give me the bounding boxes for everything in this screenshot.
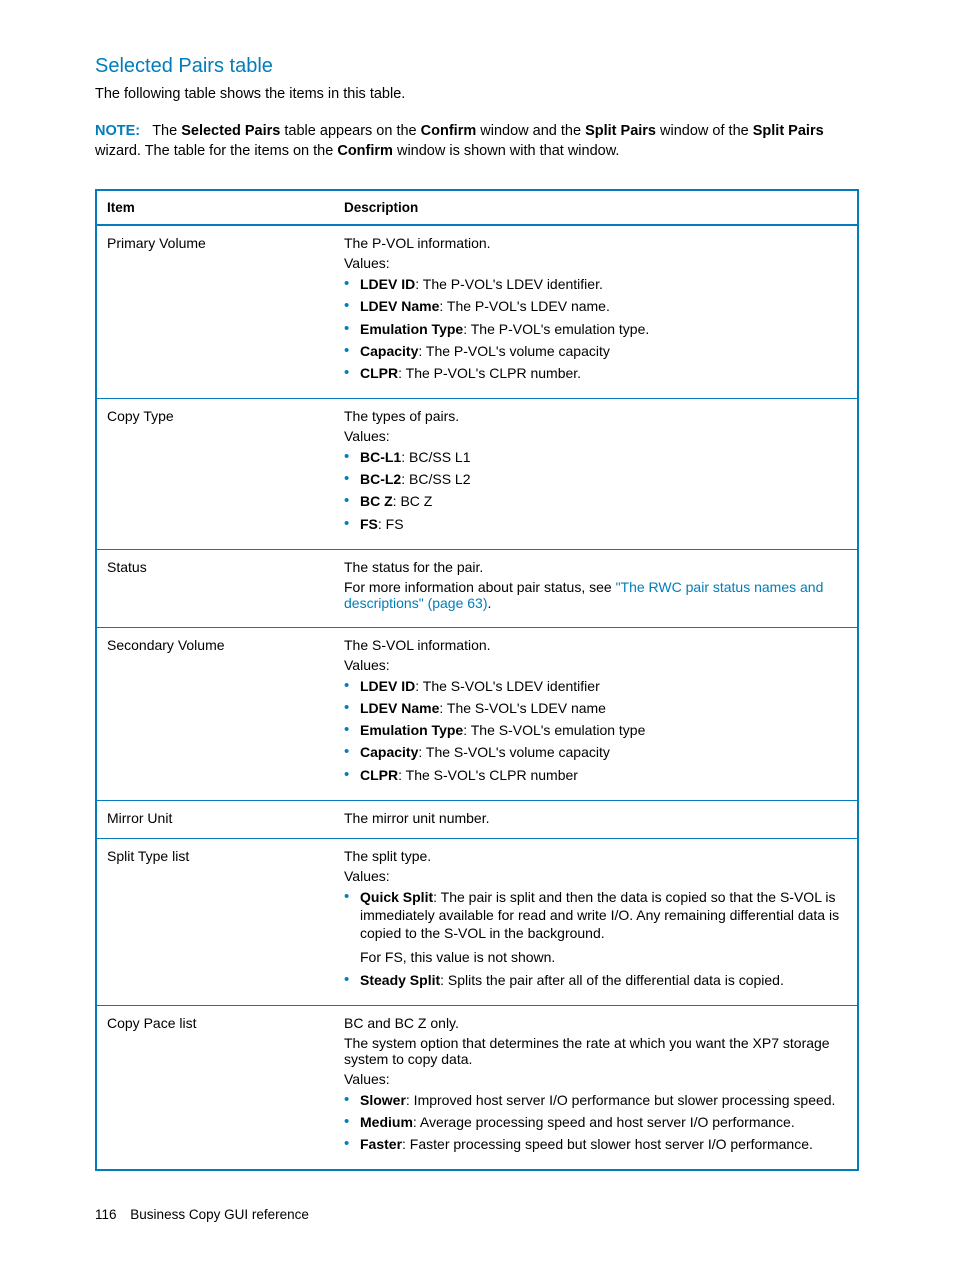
list-item: Steady Split: Splits the pair after all …	[344, 971, 847, 989]
bullet-list: LDEV ID: The S-VOL's LDEV identifier LDE…	[344, 677, 847, 784]
list-item: BC Z: BC Z	[344, 492, 847, 510]
desc-text: The P-VOL information.	[344, 235, 847, 251]
header-item: Item	[96, 190, 334, 225]
desc-text: The S-VOL information.	[344, 637, 847, 653]
page-footer: 116 Business Copy GUI reference	[95, 1207, 859, 1222]
desc-cell: The split type. Values: Quick Split: The…	[334, 838, 858, 1005]
list-item: LDEV ID: The P-VOL's LDEV identifier.	[344, 275, 847, 293]
desc-text: BC and BC Z only.	[344, 1015, 847, 1031]
list-item: Emulation Type: The P-VOL's emulation ty…	[344, 320, 847, 338]
note-text: The Selected Pairs table appears on the …	[95, 123, 824, 159]
desc-cell: The types of pairs. Values: BC-L1: BC/SS…	[334, 399, 858, 550]
list-item: Capacity: The S-VOL's volume capacity	[344, 743, 847, 761]
desc-text: For more information about pair status, …	[344, 579, 847, 611]
table-row: Status The status for the pair. For more…	[96, 549, 858, 627]
table-header-row: Item Description	[96, 190, 858, 225]
table-row: Copy Type The types of pairs. Values: BC…	[96, 399, 858, 550]
desc-cell: BC and BC Z only. The system option that…	[334, 1005, 858, 1170]
list-item: LDEV Name: The S-VOL's LDEV name	[344, 699, 847, 717]
item-cell: Copy Type	[96, 399, 334, 550]
desc-cell: The mirror unit number.	[334, 800, 858, 838]
table-row: Copy Pace list BC and BC Z only. The sys…	[96, 1005, 858, 1170]
item-cell: Mirror Unit	[96, 800, 334, 838]
bullet-list: LDEV ID: The P-VOL's LDEV identifier. LD…	[344, 275, 847, 382]
list-item: CLPR: The P-VOL's CLPR number.	[344, 364, 847, 382]
item-cell: Primary Volume	[96, 225, 334, 398]
item-cell: Copy Pace list	[96, 1005, 334, 1170]
list-item: Faster: Faster processing speed but slow…	[344, 1135, 847, 1153]
list-item: LDEV ID: The S-VOL's LDEV identifier	[344, 677, 847, 695]
desc-cell: The S-VOL information. Values: LDEV ID: …	[334, 627, 858, 800]
list-item: Medium: Average processing speed and hos…	[344, 1113, 847, 1131]
list-item: Capacity: The P-VOL's volume capacity	[344, 342, 847, 360]
desc-text: The mirror unit number.	[344, 810, 847, 826]
list-item: Emulation Type: The S-VOL's emulation ty…	[344, 721, 847, 739]
table-row: Mirror Unit The mirror unit number.	[96, 800, 858, 838]
bullet-list: Quick Split: The pair is split and then …	[344, 888, 847, 989]
section-heading: Selected Pairs table	[95, 55, 859, 78]
list-item: LDEV Name: The P-VOL's LDEV name.	[344, 297, 847, 315]
list-item: BC-L2: BC/SS L2	[344, 470, 847, 488]
selected-pairs-table: Item Description Primary Volume The P-VO…	[95, 189, 859, 1171]
bullet-list: Slower: Improved host server I/O perform…	[344, 1091, 847, 1154]
item-cell: Status	[96, 549, 334, 627]
desc-cell: The status for the pair. For more inform…	[334, 549, 858, 627]
note-label: NOTE:	[95, 123, 140, 139]
list-item: BC-L1: BC/SS L1	[344, 448, 847, 466]
note-block: NOTE: The Selected Pairs table appears o…	[95, 122, 859, 161]
list-item: Quick Split: The pair is split and then …	[344, 888, 847, 967]
desc-text: Values:	[344, 255, 847, 271]
item-cell: Secondary Volume	[96, 627, 334, 800]
desc-text: Values:	[344, 1071, 847, 1087]
list-item: Slower: Improved host server I/O perform…	[344, 1091, 847, 1109]
page-number: 116	[95, 1207, 117, 1222]
desc-text: Values:	[344, 868, 847, 884]
list-item: FS: FS	[344, 515, 847, 533]
list-item: CLPR: The S-VOL's CLPR number	[344, 766, 847, 784]
table-row: Primary Volume The P-VOL information. Va…	[96, 225, 858, 398]
desc-cell: The P-VOL information. Values: LDEV ID: …	[334, 225, 858, 398]
desc-text: Values:	[344, 428, 847, 444]
bullet-list: BC-L1: BC/SS L1 BC-L2: BC/SS L2 BC Z: BC…	[344, 448, 847, 533]
desc-text: The types of pairs.	[344, 408, 847, 424]
desc-text: The split type.	[344, 848, 847, 864]
intro-text: The following table shows the items in t…	[95, 86, 859, 102]
desc-text: The status for the pair.	[344, 559, 847, 575]
header-description: Description	[334, 190, 858, 225]
table-row: Split Type list The split type. Values: …	[96, 838, 858, 1005]
desc-text: Values:	[344, 657, 847, 673]
desc-text: For FS, this value is not shown.	[360, 948, 847, 966]
footer-title: Business Copy GUI reference	[130, 1207, 309, 1222]
item-cell: Split Type list	[96, 838, 334, 1005]
desc-text: The system option that determines the ra…	[344, 1035, 847, 1067]
table-row: Secondary Volume The S-VOL information. …	[96, 627, 858, 800]
